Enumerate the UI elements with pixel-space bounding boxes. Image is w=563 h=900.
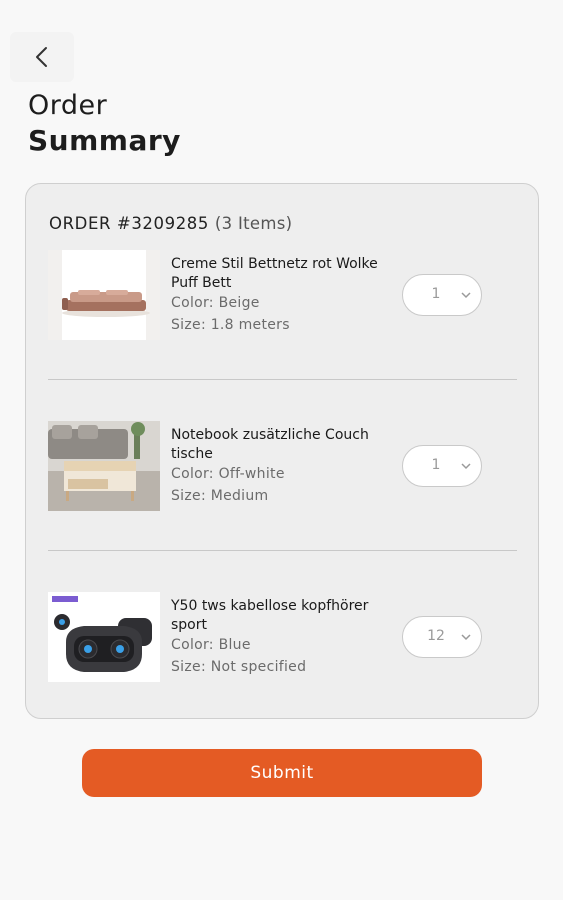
item-name: Creme Stil Bettnetz rot Wolke Puff Bett: [171, 256, 378, 291]
item-size: Size: 1.8 meters: [171, 317, 290, 333]
page-title-line2: Summary: [28, 124, 181, 157]
quantity-value: 12: [427, 628, 445, 644]
quantity-select[interactable]: 12: [402, 616, 482, 658]
bed-image: [48, 250, 160, 340]
quantity-value: 1: [431, 286, 441, 302]
quantity-select[interactable]: 1: [402, 445, 482, 487]
submit-button[interactable]: Submit: [82, 749, 482, 797]
chevron-down-icon: [461, 292, 471, 299]
order-item: Notebook zusätzliche Couch tische Color:…: [26, 421, 540, 511]
page-title-line1: Order: [28, 90, 108, 121]
order-item: Creme Stil Bettnetz rot Wolke Puff Bett …: [26, 250, 540, 340]
item-color: Color: Blue: [171, 637, 251, 653]
earbuds-image: [48, 592, 160, 682]
quantity-select[interactable]: 1: [402, 274, 482, 316]
item-name: Notebook zusätzliche Couch tische: [171, 427, 369, 462]
order-header: ORDER #3209285 (3 Items): [49, 214, 292, 233]
order-item-count: (3 Items): [214, 214, 293, 233]
chevron-down-icon: [461, 463, 471, 470]
chevron-down-icon: [461, 634, 471, 641]
coffee-table-image: [48, 421, 160, 511]
divider: [48, 550, 517, 551]
order-number: ORDER #3209285: [49, 214, 210, 233]
item-size: Size: Not specified: [171, 659, 307, 675]
item-color: Color: Beige: [171, 295, 260, 311]
order-item: Y50 tws kabellose kopfhörer sport Color:…: [26, 592, 540, 682]
item-name: Y50 tws kabellose kopfhörer sport: [171, 598, 369, 633]
back-button[interactable]: [10, 32, 74, 82]
divider: [48, 379, 517, 380]
item-size: Size: Medium: [171, 488, 269, 504]
quantity-value: 1: [431, 457, 441, 473]
order-card: ORDER #3209285 (3 Items) Creme Stil Bett…: [25, 183, 539, 719]
chevron-left-icon: [36, 47, 47, 67]
item-color: Color: Off-white: [171, 466, 285, 482]
